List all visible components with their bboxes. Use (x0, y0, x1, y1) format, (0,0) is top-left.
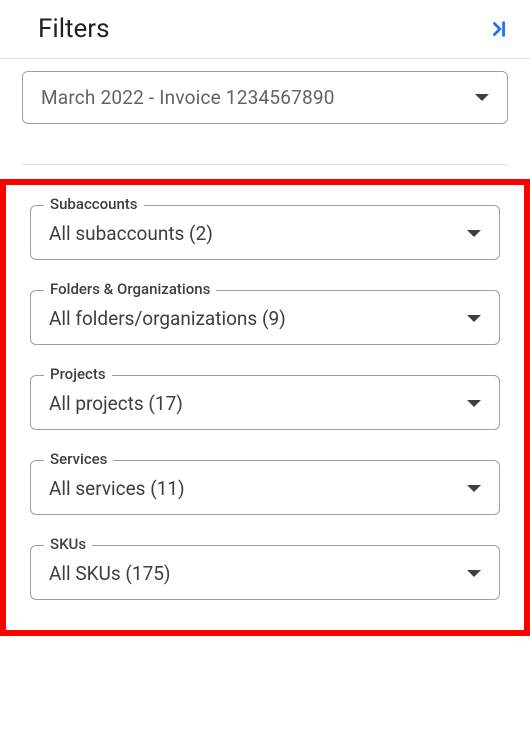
folders-label: Folders & Organizations (44, 280, 216, 298)
invoice-dropdown[interactable]: March 2022 - Invoice 1234567890 (22, 71, 508, 124)
projects-filter-group: Projects All projects (17) (30, 375, 500, 430)
page-title: Filters (38, 14, 110, 44)
chevron-down-icon (467, 400, 481, 407)
chevron-down-icon (467, 485, 481, 492)
filters-header: Filters (0, 0, 530, 59)
subaccounts-filter-group: Subaccounts All subaccounts (2) (30, 205, 500, 260)
skus-dropdown[interactable]: All SKUs (175) (30, 545, 500, 600)
services-filter-group: Services All services (11) (30, 460, 500, 515)
chevron-down-icon (467, 570, 481, 577)
folders-dropdown[interactable]: All folders/organizations (9) (30, 290, 500, 345)
chevron-down-icon (475, 94, 489, 101)
filters-highlight-box: Subaccounts All subaccounts (2) Folders … (0, 179, 530, 636)
services-value: All services (11) (49, 477, 185, 500)
section-divider (22, 164, 508, 165)
chevron-down-icon (467, 315, 481, 322)
skus-label: SKUs (44, 535, 92, 553)
services-dropdown[interactable]: All services (11) (30, 460, 500, 515)
folders-filter-group: Folders & Organizations All folders/orga… (30, 290, 500, 345)
projects-dropdown[interactable]: All projects (17) (30, 375, 500, 430)
skus-filter-group: SKUs All SKUs (175) (30, 545, 500, 600)
chevron-down-icon (467, 230, 481, 237)
subaccounts-label: Subaccounts (44, 195, 144, 213)
invoice-dropdown-value: March 2022 - Invoice 1234567890 (41, 86, 335, 109)
projects-value: All projects (17) (49, 392, 183, 415)
subaccounts-value: All subaccounts (2) (49, 222, 213, 245)
projects-label: Projects (44, 365, 112, 383)
collapse-panel-icon[interactable] (488, 18, 510, 40)
folders-value: All folders/organizations (9) (49, 307, 286, 330)
skus-value: All SKUs (175) (49, 562, 171, 585)
subaccounts-dropdown[interactable]: All subaccounts (2) (30, 205, 500, 260)
services-label: Services (44, 450, 113, 468)
